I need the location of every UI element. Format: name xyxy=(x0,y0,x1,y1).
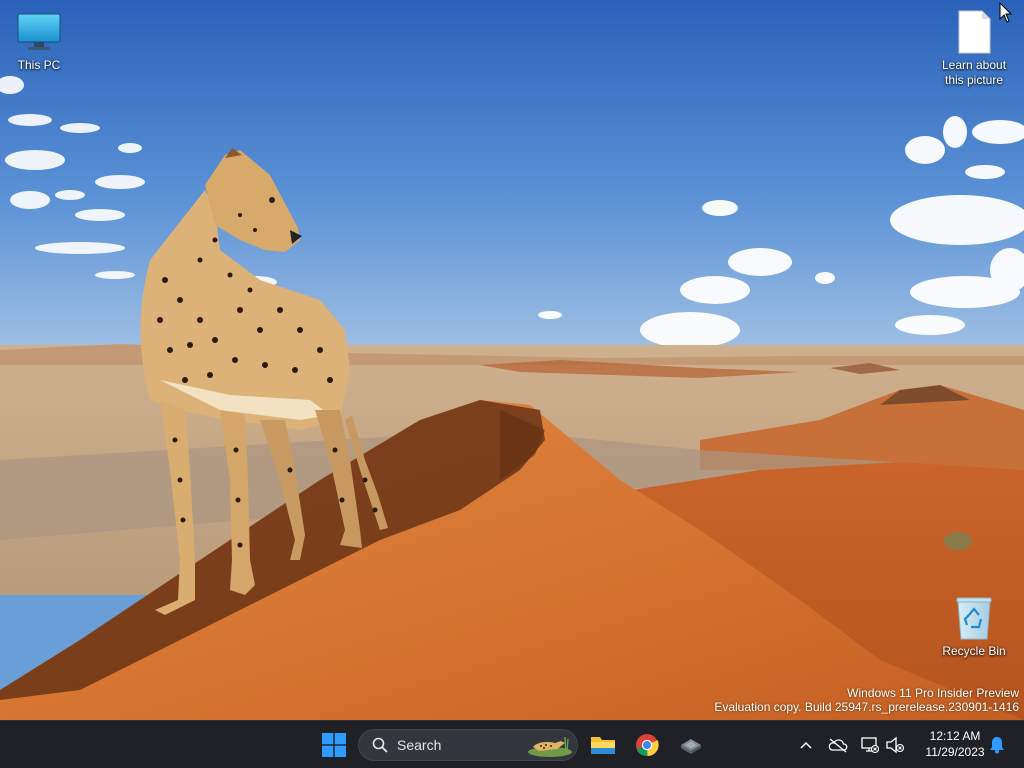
taskbar-app-file-explorer[interactable] xyxy=(583,725,623,765)
onedrive-status-button[interactable] xyxy=(826,733,850,757)
bell-icon xyxy=(990,737,1004,754)
show-hidden-icons-button[interactable] xyxy=(794,733,818,757)
taskbar: Search 12:12 AM 11/29/2023 xyxy=(0,720,1024,768)
desktop-icon-label: Learn about this picture xyxy=(941,58,1007,87)
clock-time: 12:12 AM xyxy=(929,729,981,743)
onedrive-offline-icon xyxy=(828,738,848,753)
chrome-icon xyxy=(636,734,659,757)
search-icon xyxy=(371,736,389,754)
taskbar-clock[interactable]: 12:12 AM 11/29/2023 xyxy=(915,728,995,760)
clock-date: 11/29/2023 xyxy=(925,745,985,759)
taskbar-app-third[interactable] xyxy=(671,725,711,765)
recycle-bin-icon xyxy=(950,594,998,642)
dropbox-like-icon xyxy=(681,739,701,754)
windows-logo-icon xyxy=(322,733,346,757)
mouse-pointer-icon xyxy=(999,2,1013,23)
notifications-button[interactable] xyxy=(985,733,1009,757)
network-button[interactable] xyxy=(858,733,882,757)
wallpaper-cheetah-desert xyxy=(0,0,1024,720)
desktop-icon-this-pc[interactable]: This PC xyxy=(0,8,78,73)
taskbar-app-chrome[interactable] xyxy=(627,725,667,765)
windows-evaluation-watermark: Windows 11 Pro Insider Preview Evaluatio… xyxy=(714,686,1019,714)
desktop-icon-label: Recycle Bin xyxy=(942,644,1006,658)
monitor-icon xyxy=(15,8,63,56)
folder-icon xyxy=(591,737,615,754)
desktop-icon-label: This PC xyxy=(17,58,61,72)
chevron-up-icon xyxy=(800,741,812,749)
desktop[interactable]: This PC Learn about this picture Recycle… xyxy=(0,0,1024,720)
search-placeholder: Search xyxy=(397,737,442,753)
volume-muted-icon xyxy=(886,736,905,754)
watermark-line-2: Evaluation copy. Build 25947.rs_prerelea… xyxy=(714,700,1019,714)
taskbar-search-box[interactable]: Search xyxy=(358,729,578,761)
desktop-icon-recycle-bin[interactable]: Recycle Bin xyxy=(935,594,1013,659)
volume-button[interactable] xyxy=(883,733,907,757)
search-highlight-cheetah-icon xyxy=(528,736,572,757)
document-icon xyxy=(950,8,998,56)
network-disconnected-icon xyxy=(861,737,880,754)
start-button[interactable] xyxy=(314,725,354,765)
watermark-line-1: Windows 11 Pro Insider Preview xyxy=(847,686,1019,700)
